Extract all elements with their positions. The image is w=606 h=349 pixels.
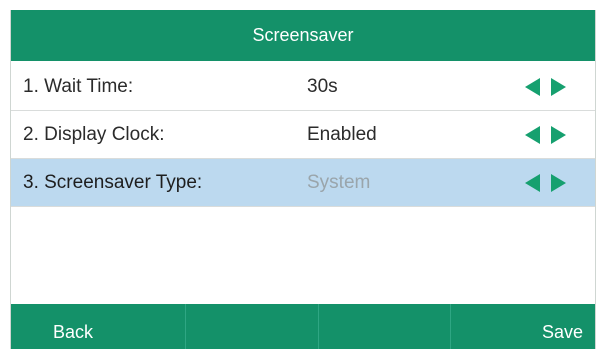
value-switcher: [525, 78, 569, 96]
softkey-2[interactable]: [186, 304, 319, 349]
left-triangle-icon[interactable]: [525, 126, 540, 144]
settings-list: 1. Wait Time: 30s 2. Display Clock: Enab…: [11, 63, 595, 207]
setting-row-wait-time[interactable]: 1. Wait Time: 30s: [11, 63, 595, 111]
back-softkey[interactable]: Back: [11, 304, 186, 349]
setting-value: 30s: [307, 75, 338, 97]
right-triangle-icon[interactable]: [551, 78, 566, 96]
setting-label: 1. Wait Time:: [23, 75, 134, 97]
setting-label: 2. Display Clock:: [23, 123, 165, 145]
save-softkey[interactable]: Save: [451, 304, 595, 349]
setting-row-display-clock[interactable]: 2. Display Clock: Enabled: [11, 111, 595, 159]
value-switcher: [525, 126, 569, 144]
softkey-bar: Back Save: [11, 304, 595, 349]
setting-value: Enabled: [307, 123, 377, 145]
right-triangle-icon[interactable]: [551, 174, 566, 192]
title-bar: Screensaver: [11, 10, 595, 61]
value-switcher: [525, 174, 569, 192]
setting-row-screensaver-type[interactable]: 3. Screensaver Type: System: [11, 159, 595, 207]
softkey-label: Back: [53, 322, 94, 342]
softkey-label: Save: [541, 322, 583, 342]
setting-label: 3. Screensaver Type:: [23, 171, 203, 193]
left-triangle-icon[interactable]: [525, 174, 540, 192]
right-triangle-icon[interactable]: [551, 126, 566, 144]
left-triangle-icon[interactable]: [525, 78, 540, 96]
phone-screen: Screensaver 1. Wait Time: 30s 2. Display…: [10, 10, 596, 349]
softkey-3[interactable]: [319, 304, 452, 349]
setting-value: System: [307, 171, 371, 193]
page-title: Screensaver: [252, 25, 354, 45]
